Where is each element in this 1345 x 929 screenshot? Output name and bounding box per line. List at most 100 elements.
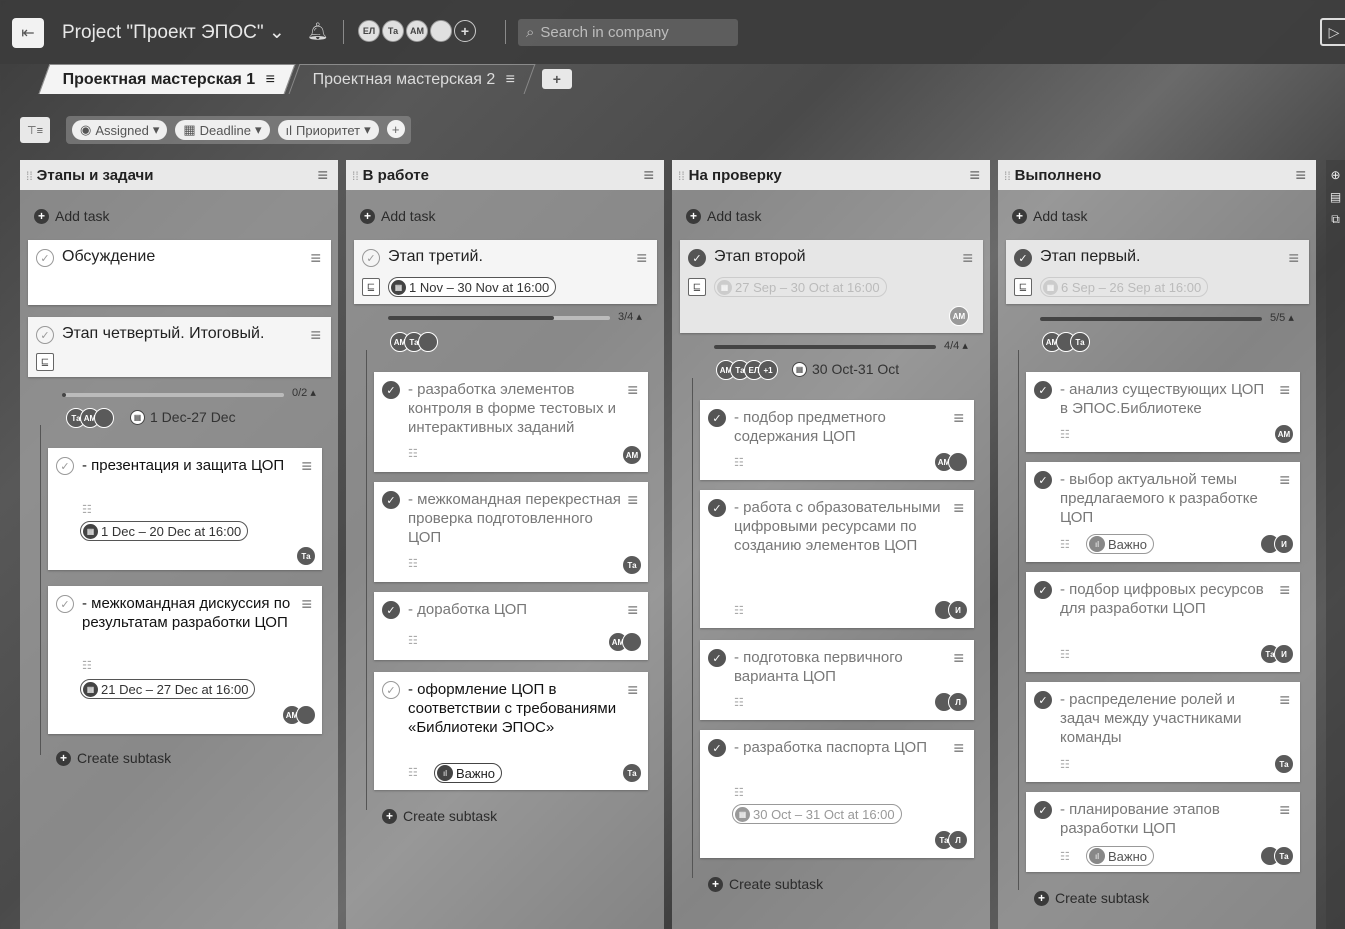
menu-icon[interactable]: ≡ xyxy=(317,166,328,184)
subtasks-icon[interactable]: ⊑ xyxy=(362,278,380,296)
menu-icon[interactable]: ≡ xyxy=(1279,580,1290,601)
check-circle-icon[interactable]: ✓ xyxy=(36,326,54,344)
check-circle-icon[interactable]: ✓ xyxy=(708,499,726,517)
stage-card[interactable]: ✓ Этап третий. ≡ ⊑ ▦ 1 Nov – 30 Nov at 16… xyxy=(354,240,657,304)
avatar[interactable]: Л xyxy=(948,692,968,712)
progress-label[interactable]: 3/4 ▴ xyxy=(618,310,642,323)
create-subtask-button[interactable]: + Create subtask xyxy=(1034,890,1149,906)
menu-icon[interactable]: ≡ xyxy=(969,166,980,184)
menu-icon[interactable]: ≡ xyxy=(1295,166,1306,184)
expand-panel-icon[interactable]: ▷ xyxy=(1320,18,1345,46)
subtask-card[interactable]: ✓ - работа с образовательными цифровыми … xyxy=(700,490,974,628)
add-member-icon[interactable]: + xyxy=(454,20,476,42)
date-range[interactable]: ▦ 1 Dec-27 Dec xyxy=(130,409,236,425)
avatar[interactable]: Та xyxy=(296,546,316,566)
task-card[interactable]: ✓ Обсуждение ≡ xyxy=(28,240,331,305)
due-date[interactable]: ▦ 27 Sep – 30 Oct at 16:00 xyxy=(714,277,887,297)
tab-workshop-1[interactable]: Проектная мастерская 1 ≡ xyxy=(38,64,296,94)
create-subtask-button[interactable]: + Create subtask xyxy=(382,808,497,824)
check-circle-icon[interactable]: ✓ xyxy=(688,249,706,267)
menu-icon[interactable]: ≡ xyxy=(310,248,321,269)
add-tab-button[interactable]: + xyxy=(541,69,572,89)
subtasks-icon[interactable]: ⊑ xyxy=(1014,278,1032,296)
menu-icon[interactable]: ≡ xyxy=(505,71,514,89)
menu-icon[interactable]: ≡ xyxy=(1279,470,1290,491)
avatar[interactable] xyxy=(948,452,968,472)
menu-icon[interactable]: ≡ xyxy=(636,248,647,269)
avatar[interactable]: Та xyxy=(382,20,404,42)
chevron-down-icon[interactable]: ⌄ xyxy=(269,22,285,43)
menu-icon[interactable]: ≡ xyxy=(953,408,964,429)
subtask-card[interactable]: ✓ - подготовка первичного варианта ЦОП ≡… xyxy=(700,640,974,720)
add-task-button[interactable]: + Add task xyxy=(360,208,664,224)
subtask-card[interactable]: ✓ - разработка элементов контроля в форм… xyxy=(374,372,648,472)
check-circle-icon[interactable]: ✓ xyxy=(708,409,726,427)
create-subtask-button[interactable]: + Create subtask xyxy=(708,876,823,892)
check-circle-icon[interactable]: ✓ xyxy=(382,491,400,509)
check-circle-icon[interactable]: ✓ xyxy=(382,601,400,619)
priority-filter[interactable]: ıl Приоритет ▾ xyxy=(277,120,379,140)
add-task-button[interactable]: + Add task xyxy=(1012,208,1316,224)
avatar[interactable]: Та xyxy=(1274,754,1294,774)
avatar[interactable]: И xyxy=(948,600,968,620)
check-circle-icon[interactable]: ✓ xyxy=(362,249,380,267)
avatar[interactable]: +1 xyxy=(758,360,778,380)
document-icon[interactable]: ▤ xyxy=(1326,190,1345,204)
tab-workshop-2[interactable]: Проектная мастерская 2 ≡ xyxy=(288,64,536,94)
due-date[interactable]: ▦ 6 Sep – 26 Sep at 16:00 xyxy=(1040,277,1209,297)
filter-toggle-icon[interactable]: ⊤≡ xyxy=(20,117,50,143)
avatar[interactable]: Та xyxy=(622,763,642,783)
menu-icon[interactable]: ≡ xyxy=(265,71,274,89)
avatar[interactable]: Та xyxy=(1274,846,1294,866)
menu-icon[interactable]: ≡ xyxy=(310,325,321,346)
check-circle-icon[interactable]: ✓ xyxy=(1014,249,1032,267)
column-header[interactable]: ⁞⁞ В работе ≡ xyxy=(346,160,664,190)
menu-icon[interactable]: ≡ xyxy=(301,456,312,477)
check-circle-icon[interactable]: ✓ xyxy=(382,381,400,399)
sidebar-toggle-icon[interactable]: ⇤ xyxy=(12,18,44,48)
stage-card[interactable]: ✓ Этап четвертый. Итоговый. ≡ ⊑ xyxy=(28,317,331,377)
avatar[interactable] xyxy=(94,408,114,428)
avatar[interactable]: АМ xyxy=(1274,424,1294,444)
avatar[interactable]: И xyxy=(1274,534,1294,554)
subtask-card[interactable]: ✓ - планирование этапов разработки ЦОП ≡… xyxy=(1026,792,1300,872)
menu-icon[interactable]: ≡ xyxy=(643,166,654,184)
column-header[interactable]: ⁞⁞ Этапы и задачи ≡ xyxy=(20,160,338,190)
bell-icon[interactable]: 🔔︎ xyxy=(307,22,329,42)
subtask-card[interactable]: ✓ - межкомандная перекрестная проверка п… xyxy=(374,482,648,582)
assigned-filter[interactable]: ◉ Assigned ▾ xyxy=(72,120,168,140)
priority-badge[interactable]: ıl Важно xyxy=(1086,846,1155,866)
column-header[interactable]: ⁞⁞ На проверку ≡ xyxy=(672,160,990,190)
check-circle-icon[interactable]: ✓ xyxy=(1034,691,1052,709)
menu-icon[interactable]: ≡ xyxy=(953,738,964,759)
menu-icon[interactable]: ≡ xyxy=(1279,690,1290,711)
avatar[interactable]: АМ xyxy=(406,20,428,42)
menu-icon[interactable]: ≡ xyxy=(962,248,973,269)
menu-icon[interactable]: ≡ xyxy=(953,648,964,669)
avatar[interactable]: АМ xyxy=(949,306,969,326)
date-range[interactable]: ▦ 30 Oct-31 Oct xyxy=(792,361,899,377)
drag-handle-icon[interactable]: ⁞⁞ xyxy=(678,169,685,183)
add-task-button[interactable]: + Add task xyxy=(34,208,338,224)
check-circle-icon[interactable]: ✓ xyxy=(382,681,400,699)
menu-icon[interactable]: ≡ xyxy=(627,380,638,401)
project-title[interactable]: Project "Проект ЭПОС" ⌄ xyxy=(62,21,285,44)
subtask-card[interactable]: ✓ - выбор актуальной темы предлагаемого … xyxy=(1026,462,1300,562)
menu-icon[interactable]: ≡ xyxy=(627,600,638,621)
menu-icon[interactable]: ≡ xyxy=(953,498,964,519)
avatar[interactable]: ЕЛ xyxy=(358,20,380,42)
progress-label[interactable]: 5/5 ▴ xyxy=(1270,311,1294,324)
due-date[interactable]: ▦ 1 Nov – 30 Nov at 16:00 xyxy=(388,277,557,297)
search-input[interactable]: ⌕ Search in company xyxy=(518,19,738,46)
subtask-card[interactable]: ✓ - межкомандная дискуссия по результата… xyxy=(48,586,322,734)
check-circle-icon[interactable]: ✓ xyxy=(708,739,726,757)
check-circle-icon[interactable]: ✓ xyxy=(1034,581,1052,599)
avatar[interactable] xyxy=(622,632,642,652)
check-circle-icon[interactable]: ✓ xyxy=(708,649,726,667)
subtask-card[interactable]: ✓ - разработка паспорта ЦОП ≡ ☷ ▦ 30 Oct … xyxy=(700,730,974,858)
subtask-card[interactable]: ✓ - оформление ЦОП в соответствии с треб… xyxy=(374,672,648,790)
avatar[interactable] xyxy=(430,20,452,42)
avatar[interactable]: Л xyxy=(948,830,968,850)
subtasks-icon[interactable]: ⊑ xyxy=(688,278,706,296)
menu-icon[interactable]: ≡ xyxy=(627,680,638,701)
